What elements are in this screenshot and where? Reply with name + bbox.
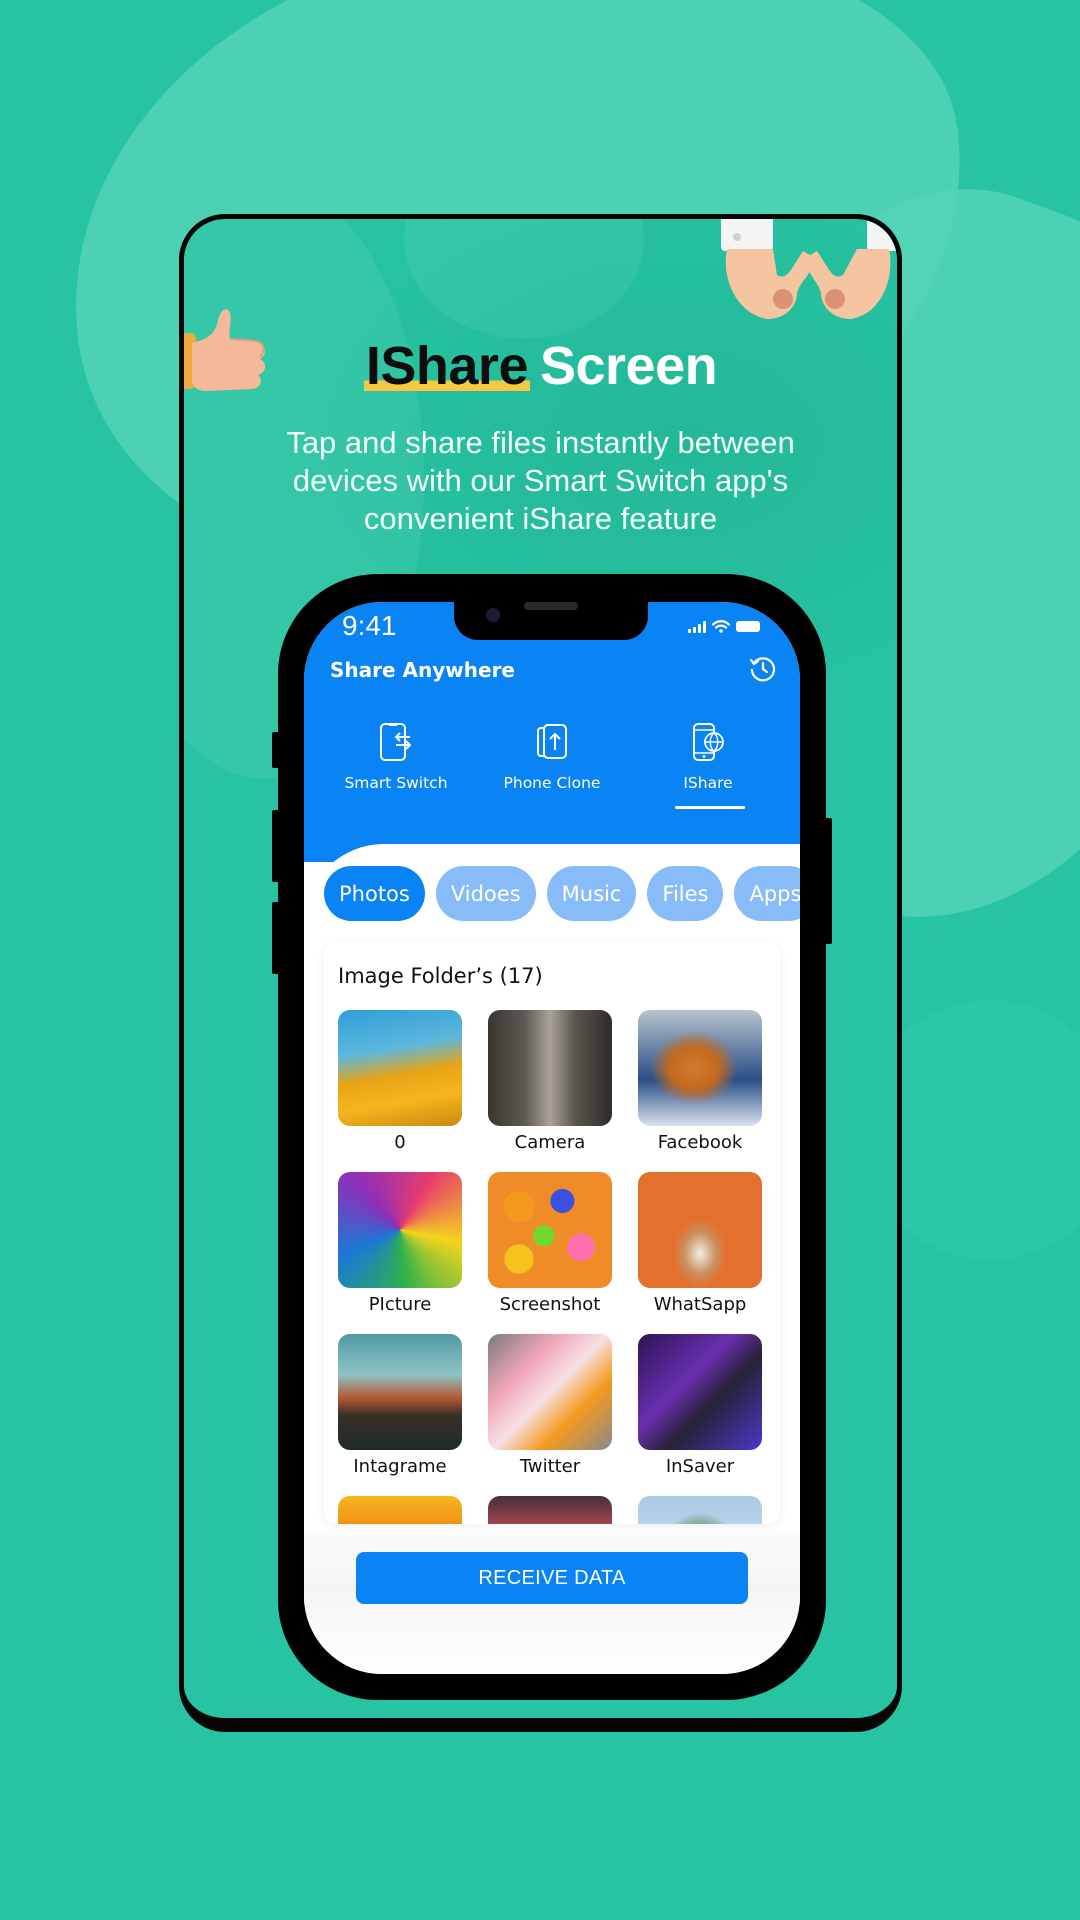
chip-files[interactable]: Files — [647, 866, 724, 921]
folder-tile[interactable] — [338, 1496, 462, 1524]
folder-thumbnail — [638, 1496, 762, 1524]
chip-music[interactable]: Music — [546, 866, 637, 921]
promo-headline: IShare Screen — [184, 335, 897, 397]
headline-rest: Screen — [539, 336, 718, 396]
folder-thumbnail — [638, 1172, 762, 1288]
folder-tile[interactable]: Screenshot — [488, 1172, 612, 1334]
tab-ishare[interactable]: IShare — [638, 722, 778, 809]
folder-tile[interactable] — [488, 1496, 612, 1524]
folder-tile[interactable]: Facebook — [638, 1010, 762, 1172]
folder-thumbnail — [488, 1496, 612, 1524]
folder-name: Twitter — [519, 1456, 581, 1477]
folder-name: PIcture — [368, 1294, 432, 1315]
status-time: 9:41 — [342, 610, 397, 641]
folder-name: 0 — [394, 1132, 406, 1153]
folder-tile[interactable]: InSaver — [638, 1334, 762, 1496]
folder-thumbnail — [338, 1334, 462, 1450]
mode-tabs: Smart Switch Phone Clone IShare — [304, 722, 800, 809]
mute-switch — [272, 732, 280, 768]
subtitle-line: convenient iShare feature — [363, 501, 718, 536]
earpiece — [524, 602, 578, 610]
folder-thumbnail — [338, 1010, 462, 1126]
active-tab-indicator — [675, 806, 745, 809]
folder-tile[interactable]: Intagrame — [338, 1334, 462, 1496]
receive-data-button[interactable]: RECEIVE DATA — [356, 1552, 748, 1604]
image-folders-card: Image Folder’s (17) 0 Camera Facebook PI… — [324, 942, 780, 1524]
tab-label: Smart Switch — [344, 774, 448, 792]
phone-mockup: 9:41 Share Anywhere Smart Switch Phone C… — [272, 574, 832, 1700]
folder-thumbnail — [488, 1010, 612, 1126]
battery-icon — [736, 621, 760, 632]
folder-name: Facebook — [657, 1132, 743, 1153]
power-button — [824, 818, 832, 944]
phone-clone-icon — [537, 724, 567, 759]
wifi-icon — [712, 620, 730, 633]
volume-down-button — [272, 902, 280, 974]
folder-tile[interactable]: PIcture — [338, 1172, 462, 1334]
subtitle-line: devices with our Smart Switch app's — [292, 463, 789, 498]
tab-phone-clone[interactable]: Phone Clone — [482, 722, 622, 792]
folder-tile[interactable] — [638, 1496, 762, 1524]
signal-icon — [688, 620, 706, 633]
folder-name: Intagrame — [353, 1456, 447, 1477]
folder-thumbnail — [338, 1496, 462, 1524]
front-camera — [486, 608, 500, 622]
folder-thumbnail — [338, 1172, 462, 1288]
app-header: 9:41 Share Anywhere Smart Switch Phone C… — [304, 602, 800, 862]
app-title: Share Anywhere — [330, 658, 515, 682]
tab-label: IShare — [683, 774, 733, 792]
folder-thumbnail — [488, 1172, 612, 1288]
folder-name: InSaver — [665, 1456, 735, 1477]
folders-title: Image Folder’s (17) — [338, 964, 543, 988]
phone-transfer-icon — [380, 723, 412, 761]
phone-screen: 9:41 Share Anywhere Smart Switch Phone C… — [304, 602, 800, 1674]
folder-name: Screenshot — [499, 1294, 601, 1315]
folder-name: WhatSapp — [653, 1294, 747, 1315]
folder-tile[interactable]: Camera — [488, 1010, 612, 1172]
tab-smart-switch[interactable]: Smart Switch — [326, 722, 466, 792]
chip-apps[interactable]: Apps — [734, 866, 800, 921]
subtitle-line: Tap and share files instantly between — [286, 425, 795, 460]
category-chips: Photos Vidoes Music Files Apps — [324, 866, 800, 921]
folder-thumbnail — [488, 1334, 612, 1450]
chip-videos[interactable]: Vidoes — [435, 866, 536, 921]
promo-subtitle: Tap and share files instantly between de… — [224, 424, 857, 538]
history-icon[interactable] — [748, 654, 778, 684]
folder-tile[interactable]: 0 — [338, 1010, 462, 1172]
heart-hands-icon — [721, 219, 897, 319]
status-icons — [688, 620, 760, 633]
headline-highlight: IShare — [363, 336, 530, 396]
folder-thumbnail — [638, 1334, 762, 1450]
folder-tile[interactable]: WhatSapp — [638, 1172, 762, 1334]
chip-photos[interactable]: Photos — [324, 866, 425, 921]
folder-grid: 0 Camera Facebook PIcture Screenshot Wha… — [338, 1010, 766, 1524]
notch — [454, 602, 648, 640]
folder-tile[interactable]: Twitter — [488, 1334, 612, 1496]
tab-label: Phone Clone — [503, 774, 601, 792]
folder-name: Camera — [514, 1132, 586, 1153]
folder-thumbnail — [638, 1010, 762, 1126]
volume-up-button — [272, 810, 280, 882]
phone-globe-icon — [693, 723, 724, 761]
